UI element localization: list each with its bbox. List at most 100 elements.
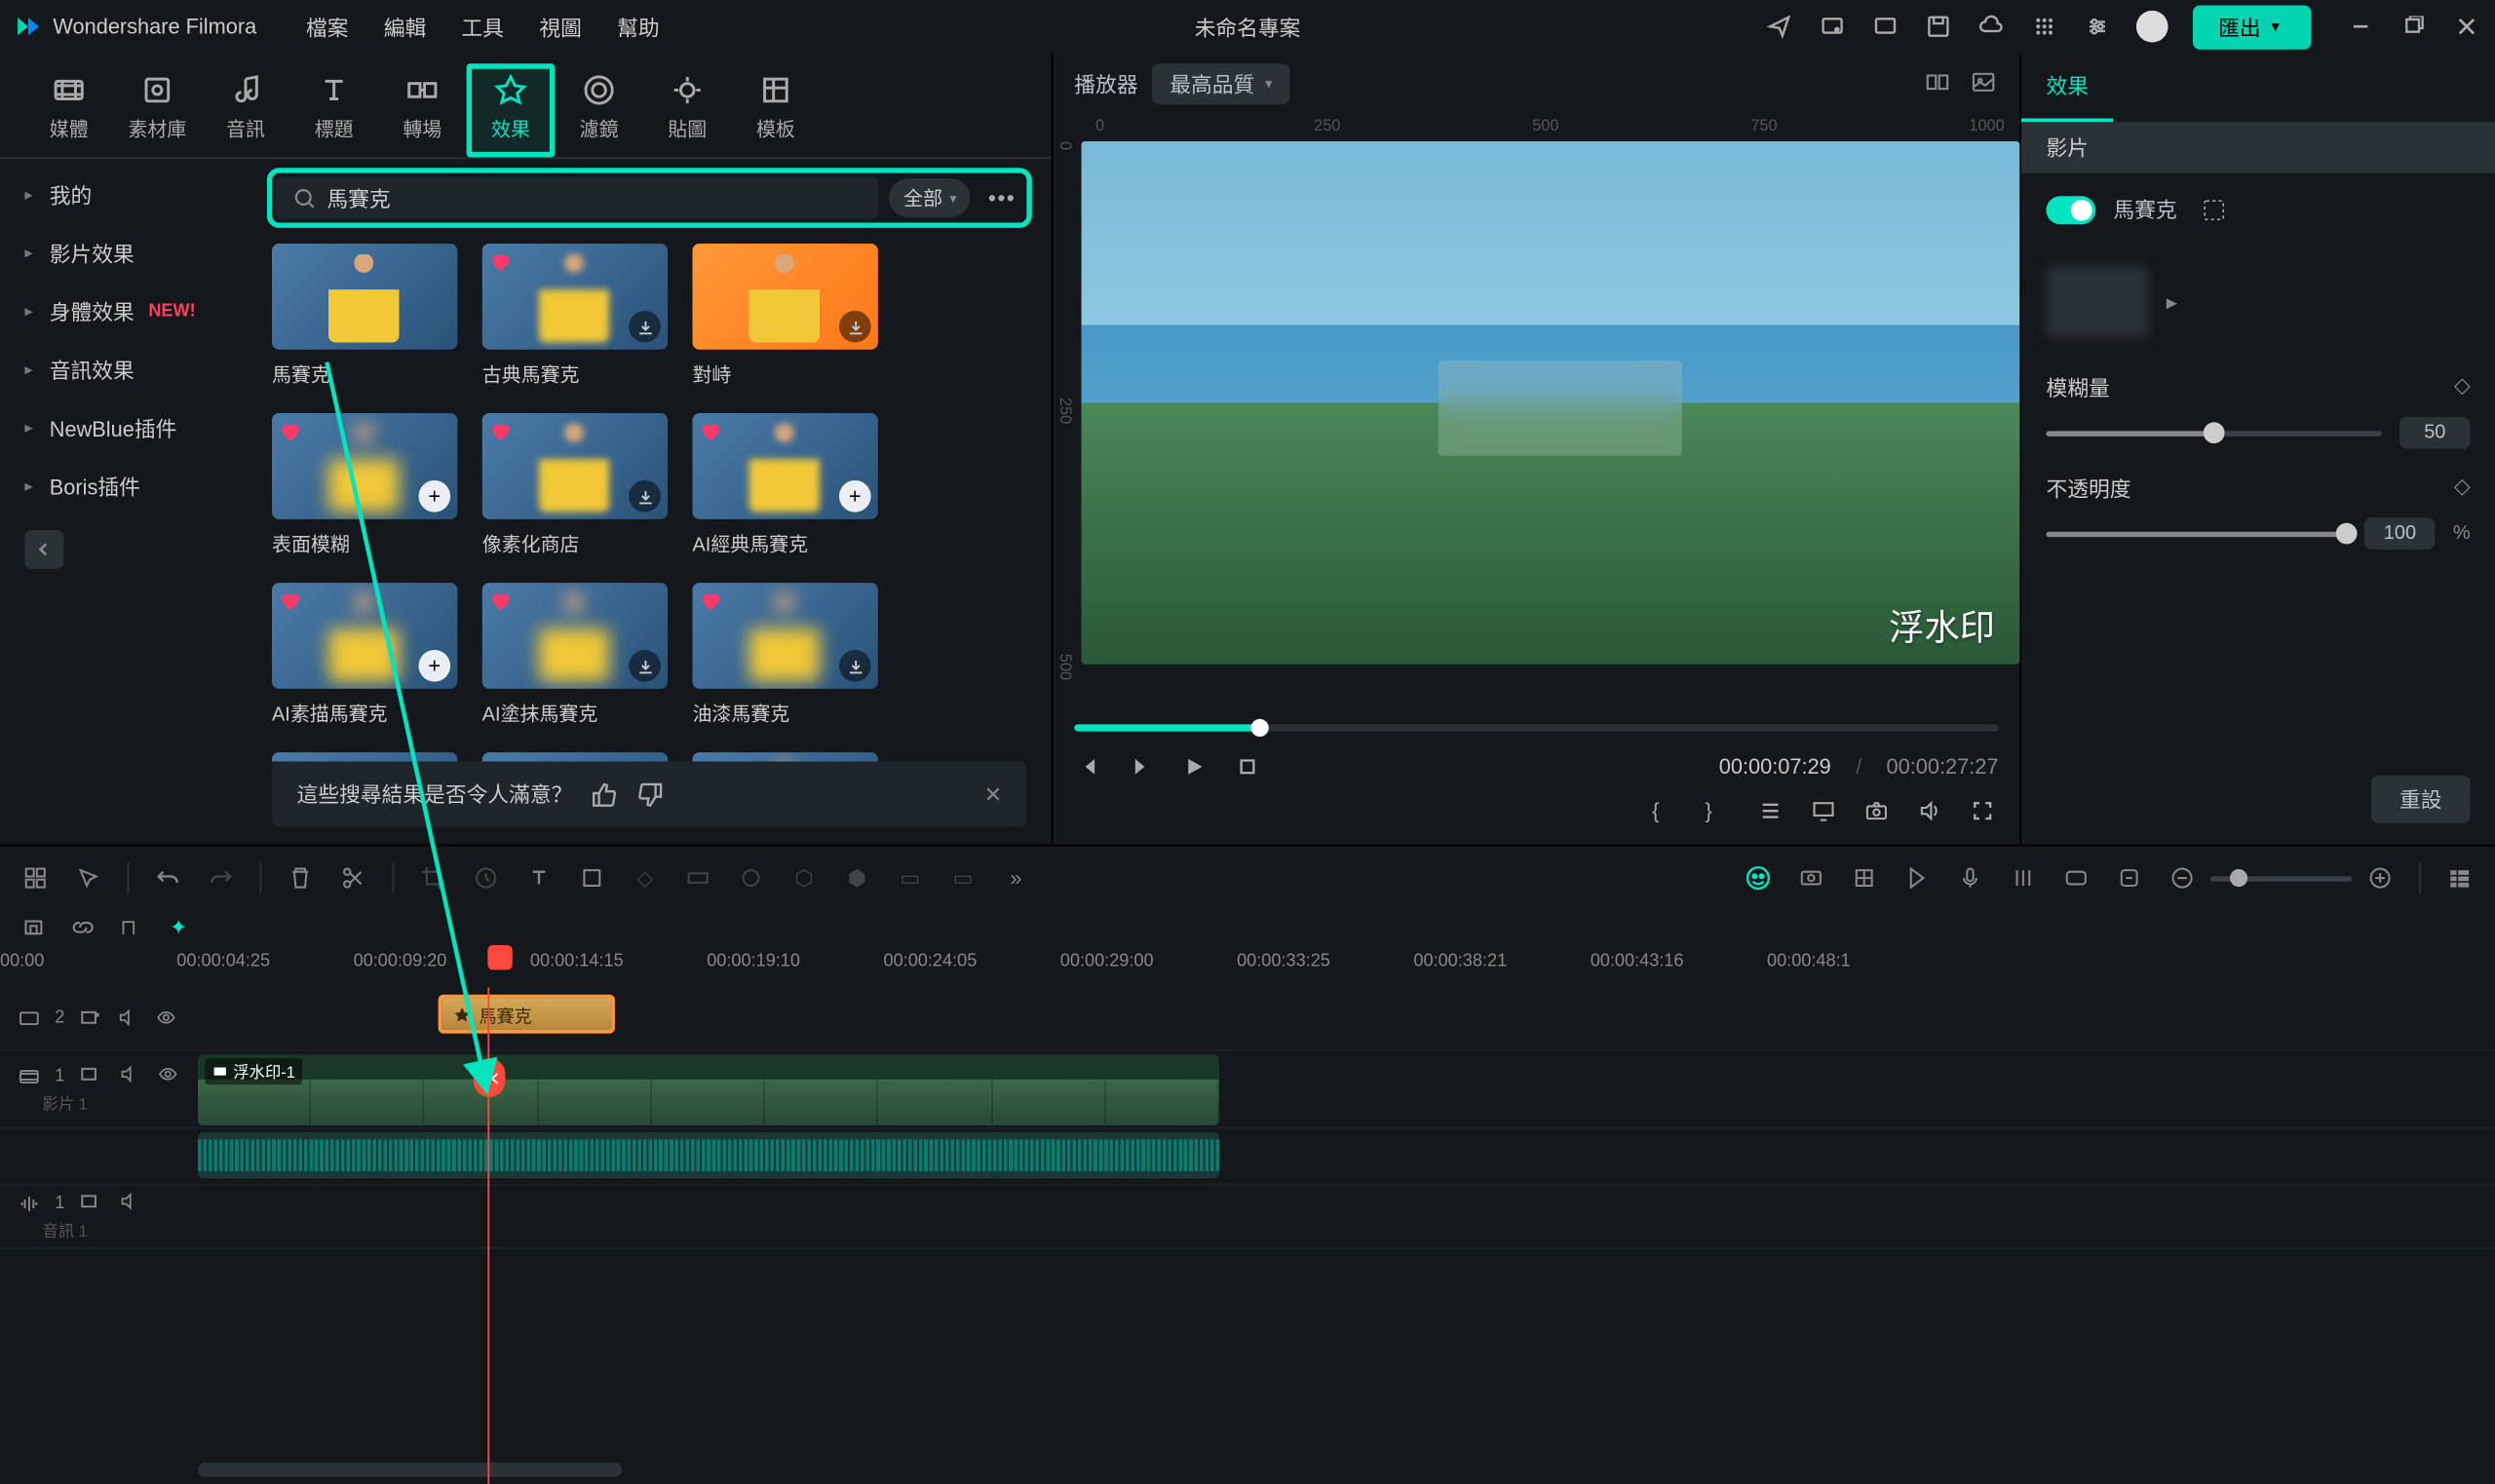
tl-view-icon[interactable] [2445,864,2474,893]
effect-card-3[interactable]: +表面模糊 [272,413,457,558]
video-clip[interactable]: 浮水印-1 [198,1054,1219,1125]
effect-card-11[interactable] [693,752,878,761]
effect-thumb[interactable] [482,244,668,350]
search-input[interactable] [326,185,861,209]
thumbs-down-icon[interactable] [636,780,665,808]
tl-crop2-icon[interactable] [578,864,606,893]
effect-card-2[interactable]: 對峙 [693,244,878,389]
sidebar-cat-5[interactable]: Boris插件 [0,458,265,516]
effect-thumb[interactable] [482,583,668,689]
snapshot-icon[interactable] [1864,798,1893,826]
timeline-scrollbar[interactable] [198,1463,2474,1477]
add-icon[interactable]: + [419,480,451,513]
heart-icon[interactable] [279,760,303,762]
tl-redo-icon[interactable] [207,864,235,893]
minimize-icon[interactable] [2347,13,2375,41]
mosaic-overlay[interactable] [1438,361,1681,455]
sidebar-cat-2[interactable]: 身體效果NEW! [0,283,265,341]
screen2-icon[interactable] [1872,13,1900,41]
tl-text-icon[interactable] [524,864,553,893]
download-icon[interactable] [629,311,661,343]
menu-file[interactable]: 檔案 [306,12,349,42]
opacity-value[interactable]: 100 [2364,517,2436,550]
tl-tool4-icon[interactable]: ⬡ [789,864,818,893]
prev-frame-icon[interactable] [1074,752,1102,780]
fx-clip[interactable]: 馬賽克 [439,995,615,1034]
collapse-sidebar-button[interactable] [24,530,63,569]
step-back-icon[interactable] [1128,752,1156,780]
tl-select-icon[interactable] [21,864,50,893]
tl-ai2-icon[interactable] [1797,864,1825,893]
effect-card-4[interactable]: 像素化商店 [482,413,668,558]
download-icon[interactable] [839,311,871,343]
tl-link-icon[interactable] [71,915,96,939]
sidebar-cat-1[interactable]: 影片效果 [0,224,265,283]
send-icon[interactable] [1766,13,1794,41]
media-tab-6[interactable]: 濾鏡 [555,63,643,157]
effect-thumb[interactable] [693,583,878,689]
playhead-line[interactable] [487,987,489,1483]
reset-button[interactable]: 重設 [2371,776,2471,823]
tl-ai4-icon[interactable] [1903,864,1932,893]
tl-mixer-icon[interactable] [2009,864,2037,893]
preview-canvas[interactable]: 浮水印 [1082,141,2020,665]
heart-icon[interactable] [489,250,514,275]
media-tab-4[interactable]: 轉場 [378,63,467,157]
effect-thumb[interactable]: + [272,583,457,689]
opacity-keyframe-icon[interactable]: ◇ [2454,474,2471,504]
tl-more-icon[interactable]: » [1002,864,1030,893]
effect-thumb[interactable]: + [693,413,878,519]
effect-card-6[interactable]: +AI素描馬賽克 [272,583,457,728]
video-track-eye-icon[interactable] [157,1063,181,1087]
feedback-close-icon[interactable]: ✕ [984,781,1002,806]
tl-tool3-icon[interactable] [737,864,765,893]
compare-icon[interactable] [1924,69,1952,97]
tl-lock-icon[interactable] [21,915,46,939]
menu-edit[interactable]: 編輯 [384,12,427,42]
list-icon[interactable] [1758,798,1786,826]
effect-card-1[interactable]: 古典馬賽克 [482,244,668,389]
media-tab-7[interactable]: 貼圖 [643,63,732,157]
cloud-icon[interactable] [1978,13,2007,41]
effect-card-5[interactable]: +AI經典馬賽克 [693,413,878,558]
media-tab-5[interactable]: 效果 [467,63,556,157]
effect-thumb[interactable] [272,244,457,350]
heart-icon[interactable] [489,420,514,444]
grid-icon[interactable] [2031,13,2059,41]
heart-icon[interactable] [279,590,303,615]
heart-icon[interactable] [279,420,303,444]
effect-card-0[interactable]: 馬賽克 [272,244,457,389]
volume-icon[interactable] [1917,798,1945,826]
blur-keyframe-icon[interactable]: ◇ [2454,373,2471,403]
progress-bar[interactable] [1074,724,1998,731]
quality-dropdown[interactable]: 最高品質 [1152,62,1289,103]
props-sub-video[interactable]: 影片 [2021,122,2495,173]
fx-track-mute-icon[interactable] [117,1007,141,1031]
play-icon[interactable] [1180,752,1209,780]
audio-wave-clip[interactable] [198,1132,1219,1178]
tl-mic-icon[interactable] [1956,864,1984,893]
save-icon[interactable] [1925,13,1953,41]
heart-icon[interactable] [700,590,724,615]
add-icon[interactable]: + [419,650,451,682]
download-icon[interactable] [839,650,871,682]
thumbs-up-icon[interactable] [591,780,619,808]
tl-tool6-icon[interactable]: ▭ [896,864,924,893]
audio-track-mute-icon[interactable] [118,1191,142,1215]
tl-crop-icon[interactable] [419,864,447,893]
tl-auto-icon[interactable]: ✦ [170,915,194,939]
tl-undo-icon[interactable] [154,864,182,893]
heart-icon[interactable] [700,760,724,762]
download-icon[interactable] [629,480,661,513]
tl-ai3-icon[interactable] [1850,864,1878,893]
heart-icon[interactable] [489,590,514,615]
fullscreen-icon[interactable] [1970,798,1998,826]
monitor-icon[interactable] [1811,798,1839,826]
tl-marker-icon[interactable] [2062,864,2091,893]
effect-toggle[interactable] [2046,195,2095,223]
mark-out-icon[interactable]: } [1706,798,1734,826]
export-button[interactable]: 匯出 [2194,5,2312,49]
sidebar-cat-0[interactable]: 我的 [0,166,265,224]
tl-split-icon[interactable] [339,864,367,893]
tl-tool7-icon[interactable]: ▭ [949,864,978,893]
